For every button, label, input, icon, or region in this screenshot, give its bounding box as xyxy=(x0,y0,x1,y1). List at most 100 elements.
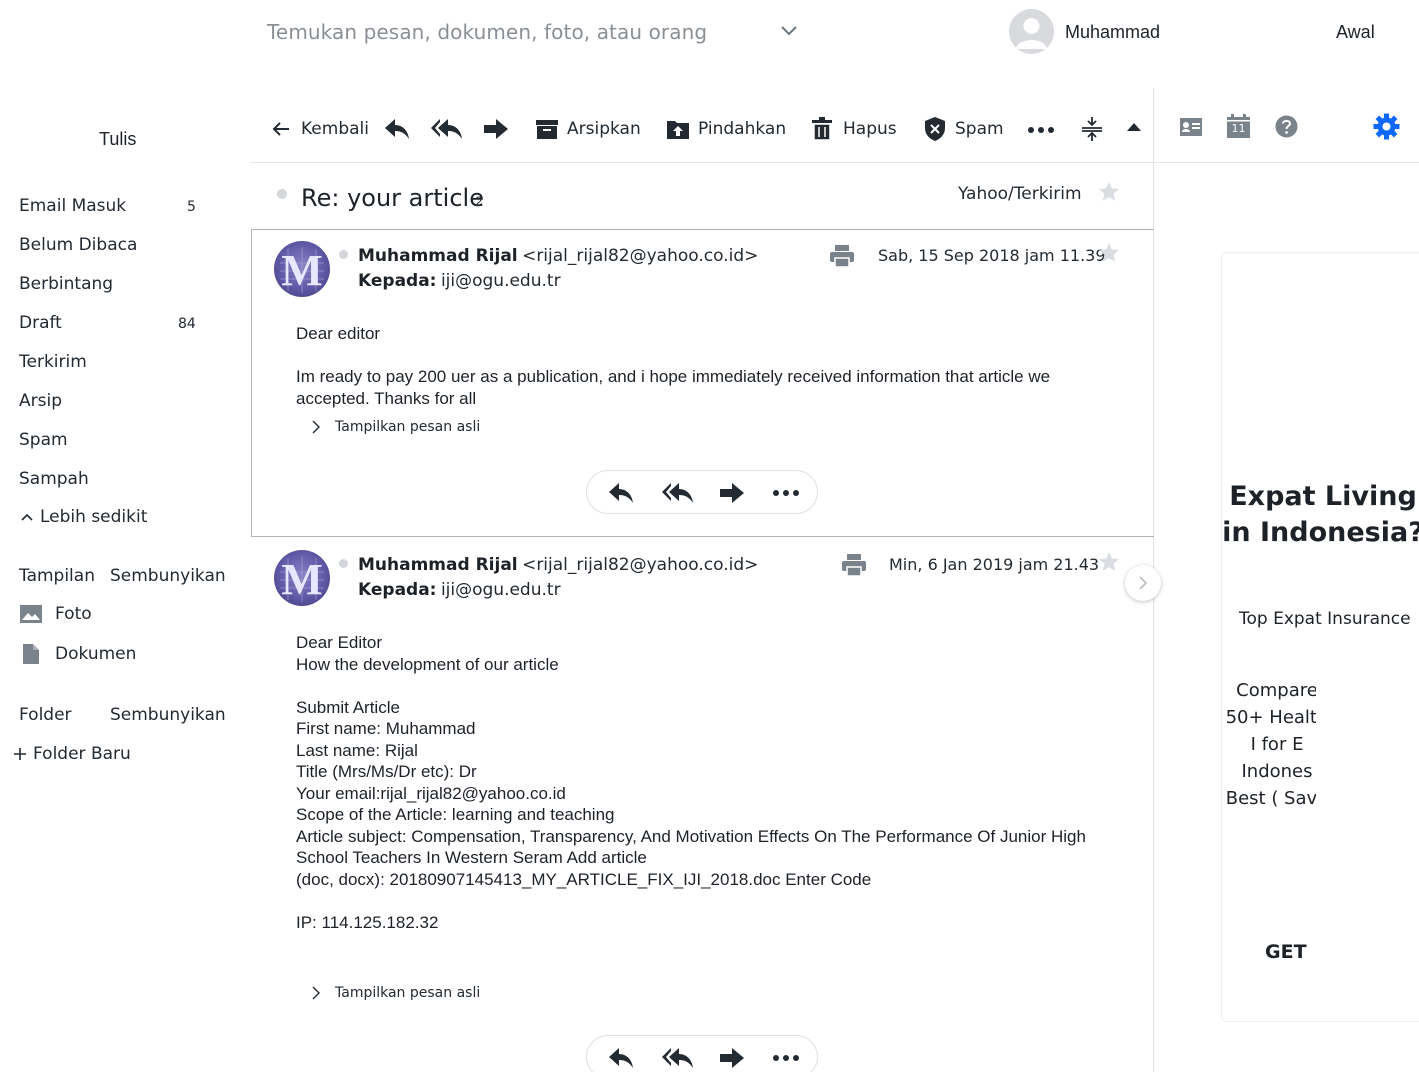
reply-all-icon[interactable] xyxy=(661,1045,695,1071)
message-actions xyxy=(586,1035,818,1072)
show-original-label: Tampilkan pesan asli xyxy=(335,419,481,435)
chevron-right-icon xyxy=(1137,575,1149,591)
caret-up-icon[interactable] xyxy=(1125,120,1143,134)
archive-icon xyxy=(535,117,559,141)
sender[interactable]: Muhammad Rijal <rijal_rijal82@yahoo.co.i… xyxy=(358,555,758,575)
recipient: Kepada: iji@ogu.edu.tr xyxy=(358,580,561,600)
star-icon[interactable] xyxy=(1098,181,1120,202)
ad-panel[interactable]: Expat Living in Indonesia? Top Expat Ins… xyxy=(1221,252,1419,1022)
gear-icon[interactable] xyxy=(1373,113,1400,140)
sidebar-item-inbox[interactable]: Email Masuk xyxy=(19,196,126,216)
trash-icon xyxy=(811,117,833,141)
forward-icon[interactable] xyxy=(718,480,746,506)
body-line: Article subject: Compensation, Transpare… xyxy=(296,826,1086,868)
collapse-all-icon[interactable] xyxy=(1081,115,1103,143)
reply-all-icon[interactable] xyxy=(430,116,464,142)
to-address: iji@ogu.edu.tr xyxy=(440,580,561,600)
home-link[interactable]: Awal xyxy=(1336,22,1375,43)
print-icon[interactable] xyxy=(841,553,867,577)
sidebar-item-starred[interactable]: Berbintang xyxy=(19,274,113,294)
to-label: Kepada: xyxy=(358,580,437,600)
arrow-left-icon xyxy=(271,119,291,139)
shield-icon xyxy=(923,116,947,142)
message-date: Min, 6 Jan 2019 jam 21.43 xyxy=(889,555,1100,574)
body-blank-line xyxy=(296,675,1116,697)
folders-header: Folder xyxy=(19,705,72,725)
compose-button[interactable]: Tulis xyxy=(99,129,136,150)
more-icon[interactable] xyxy=(772,487,800,499)
body-line: Submit Article xyxy=(296,697,400,717)
next-message-button[interactable] xyxy=(1125,565,1161,601)
sender-name: Muhammad Rijal xyxy=(358,555,518,575)
show-original-toggle[interactable]: Tampilkan pesan asli xyxy=(310,419,480,435)
sidebar-item-spam[interactable]: Spam xyxy=(19,430,68,450)
toolbar-divider xyxy=(250,162,1155,163)
body-line: Your email:rijal_rijal82@yahoo.co.id xyxy=(296,783,566,803)
body-blank-line xyxy=(296,345,1116,367)
ad-body-mask xyxy=(1316,673,1419,843)
move-button[interactable]: Pindahkan xyxy=(666,117,786,141)
body-line: IP: 114.125.182.32 xyxy=(296,912,439,932)
star-icon[interactable] xyxy=(1098,551,1120,572)
show-less-label: Lebih sedikit xyxy=(40,507,148,527)
sidebar-item-photos[interactable]: Foto xyxy=(19,604,92,624)
body-line: Title (Mrs/Ms/Dr etc): Dr xyxy=(296,762,477,781)
body-line: Dear editor xyxy=(296,324,381,343)
user-avatar[interactable] xyxy=(1009,9,1054,54)
sidebar-item-documents[interactable]: Dokumen xyxy=(22,643,136,665)
sidebar-item-drafts[interactable]: Draft xyxy=(19,313,62,333)
views-hide-button[interactable]: Sembunyikan xyxy=(110,566,226,586)
show-original-label: Tampilkan pesan asli xyxy=(335,985,481,1001)
user-name[interactable]: Muhammad xyxy=(1065,22,1160,43)
to-address: iji@ogu.edu.tr xyxy=(440,271,561,291)
unread-dot[interactable] xyxy=(339,250,348,259)
reply-icon[interactable] xyxy=(607,480,635,506)
avatar-letter: M xyxy=(281,246,323,295)
folders-hide-button[interactable]: Sembunyikan xyxy=(110,705,226,725)
contacts-icon[interactable] xyxy=(1179,116,1203,138)
forward-icon[interactable] xyxy=(482,116,510,142)
conversation-subject: Re: your article xyxy=(301,184,484,212)
search-input[interactable]: Temukan pesan, dokumen, foto, atau orang xyxy=(267,20,707,44)
back-button[interactable]: Kembali xyxy=(271,119,369,139)
sidebar-item-trash[interactable]: Sampah xyxy=(19,469,89,489)
sender-avatar[interactable]: M xyxy=(274,241,330,297)
star-icon[interactable] xyxy=(1098,242,1120,263)
sender[interactable]: Muhammad Rijal <rijal_rijal82@yahoo.co.i… xyxy=(358,246,758,266)
document-icon xyxy=(22,643,40,665)
reply-all-icon[interactable] xyxy=(661,480,695,506)
print-icon[interactable] xyxy=(829,244,855,268)
ad-cta-button[interactable]: GET C xyxy=(1265,941,1313,963)
photo-icon xyxy=(19,604,43,624)
archive-button[interactable]: Arsipkan xyxy=(535,117,641,141)
right-toolbar-divider xyxy=(1154,162,1419,163)
chevron-down-icon[interactable] xyxy=(779,24,799,38)
help-icon[interactable] xyxy=(1275,115,1298,138)
message-date: Sab, 15 Sep 2018 jam 11.39 xyxy=(878,246,1106,265)
plus-icon xyxy=(12,746,28,762)
calendar-icon[interactable]: 11 xyxy=(1226,114,1251,139)
new-folder-button[interactable]: Folder Baru xyxy=(12,744,131,764)
show-original-toggle[interactable]: Tampilkan pesan asli xyxy=(310,985,480,1001)
delete-label: Hapus xyxy=(843,119,897,139)
spam-label: Spam xyxy=(955,119,1004,139)
avatar-letter: M xyxy=(281,555,323,604)
chevron-up-icon xyxy=(19,509,35,525)
show-less-toggle[interactable]: Lebih sedikit xyxy=(19,507,147,527)
sender-avatar[interactable]: M xyxy=(274,550,330,606)
spam-button[interactable]: Spam xyxy=(923,116,1004,142)
unread-dot[interactable] xyxy=(339,559,348,568)
reply-icon[interactable] xyxy=(383,116,411,142)
unread-dot[interactable] xyxy=(277,189,287,199)
more-icon[interactable] xyxy=(1027,124,1057,136)
sidebar-item-sent[interactable]: Terkirim xyxy=(19,352,87,372)
forward-icon[interactable] xyxy=(718,1045,746,1071)
delete-button[interactable]: Hapus xyxy=(811,117,897,141)
message-actions xyxy=(586,470,818,514)
reply-icon[interactable] xyxy=(607,1045,635,1071)
sidebar-item-archive[interactable]: Arsip xyxy=(19,391,62,411)
body-blank-line xyxy=(296,890,1116,912)
more-icon[interactable] xyxy=(772,1052,800,1064)
sender-name: Muhammad Rijal xyxy=(358,246,518,266)
sidebar-item-unread[interactable]: Belum Dibaca xyxy=(19,235,137,255)
